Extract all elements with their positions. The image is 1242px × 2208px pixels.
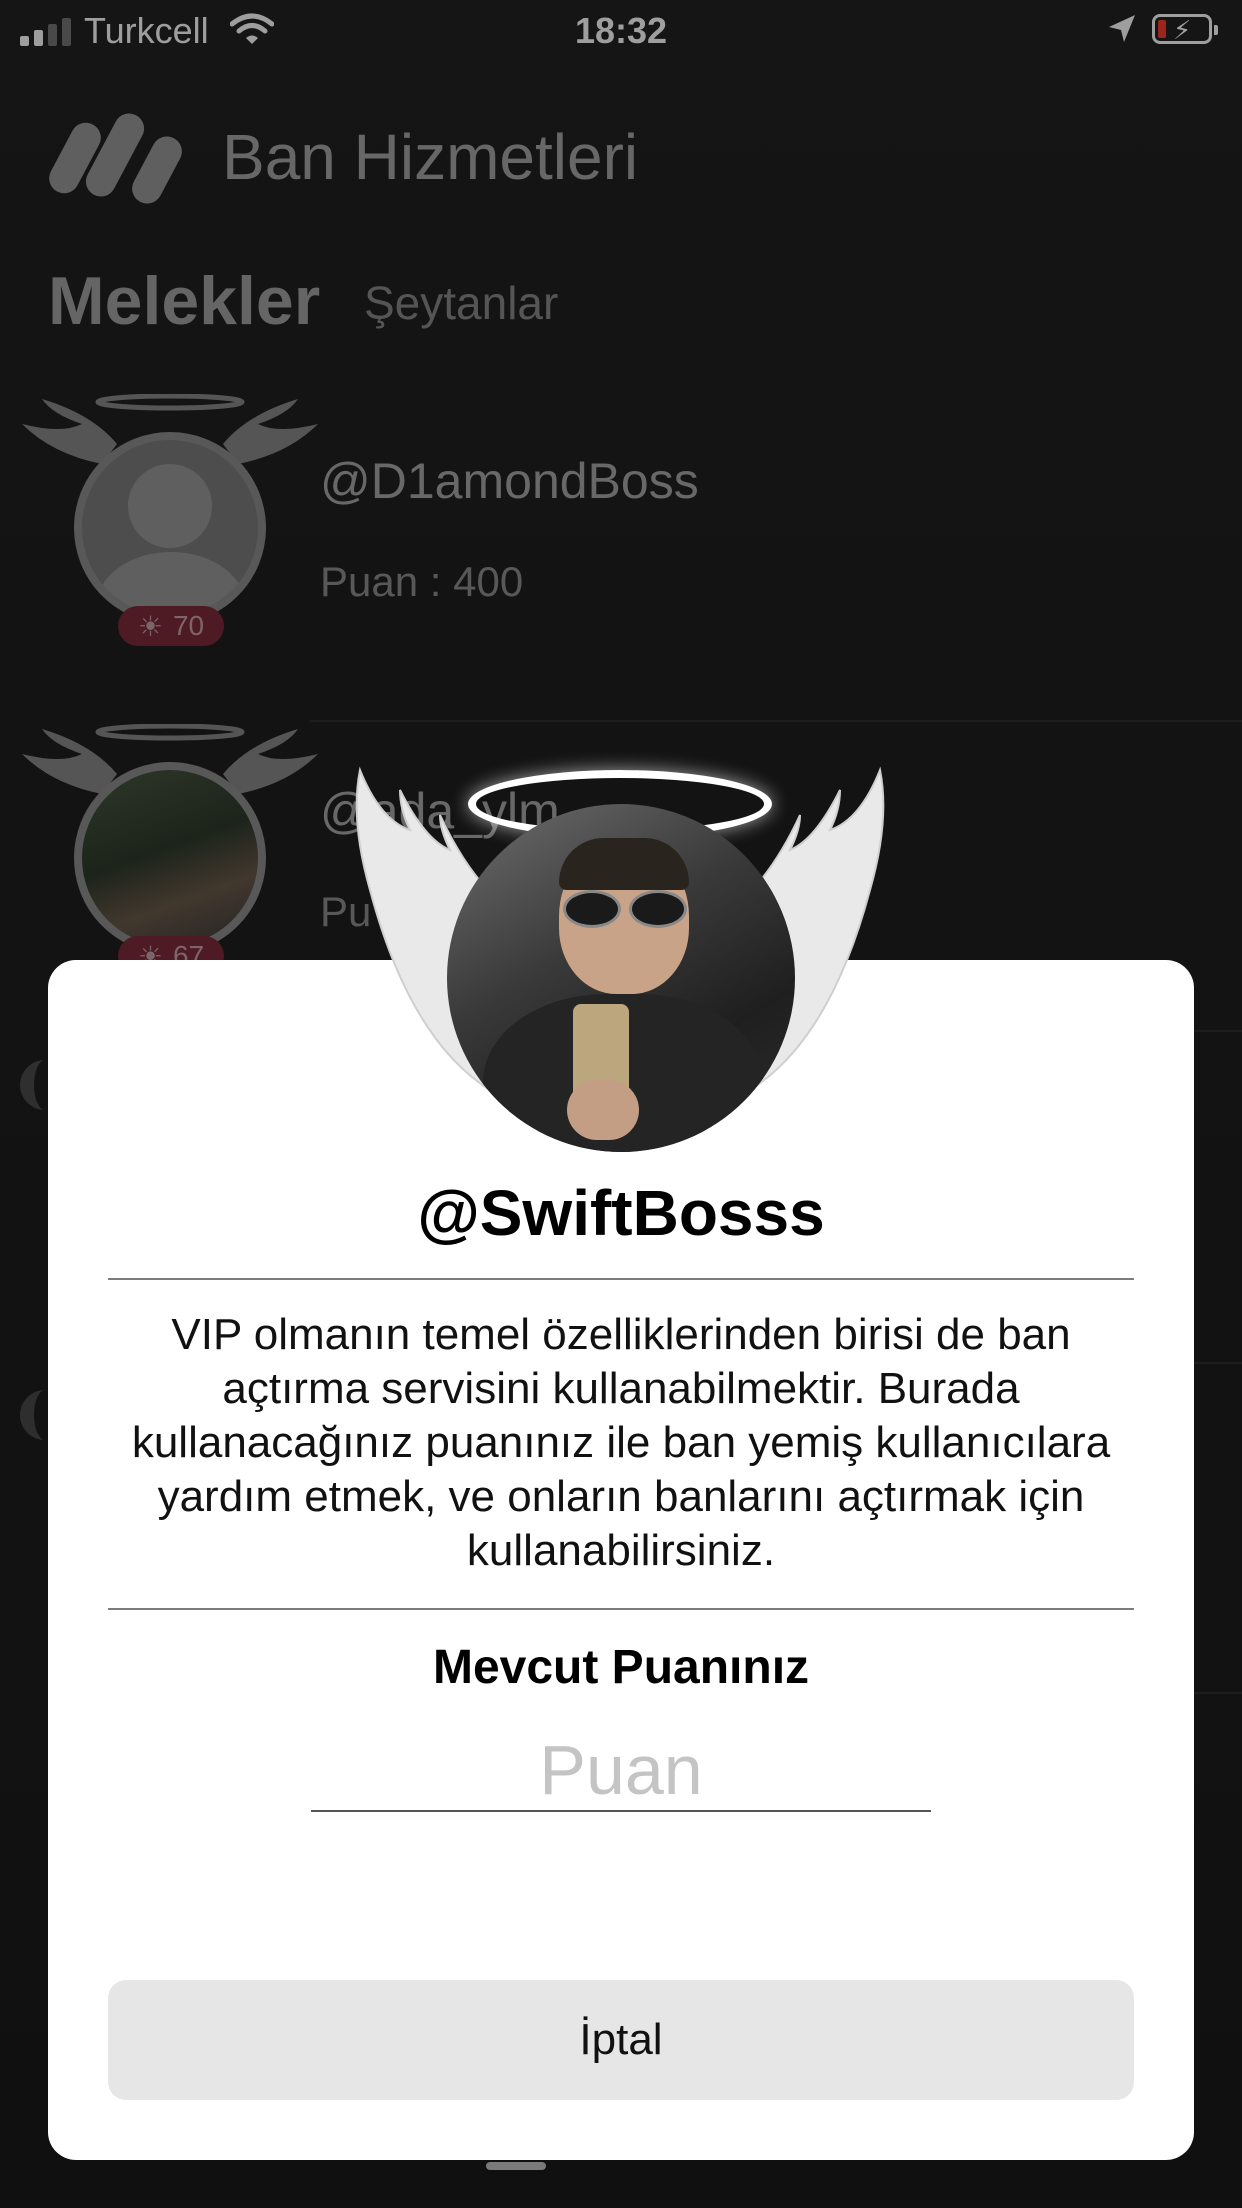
cancel-button[interactable]: İptal xyxy=(108,1980,1134,2100)
dialog-username: @SwiftBosss xyxy=(417,1177,825,1249)
points-input[interactable] xyxy=(311,1730,931,1812)
home-indicator xyxy=(486,2162,546,2170)
dialog-description: VIP olmanın temel özelliklerinden birisi… xyxy=(131,1310,1111,1575)
divider xyxy=(108,1608,1134,1610)
points-label: Mevcut Puanınız xyxy=(432,1641,810,1694)
profile-avatar xyxy=(447,804,795,1152)
divider xyxy=(108,1278,1134,1280)
